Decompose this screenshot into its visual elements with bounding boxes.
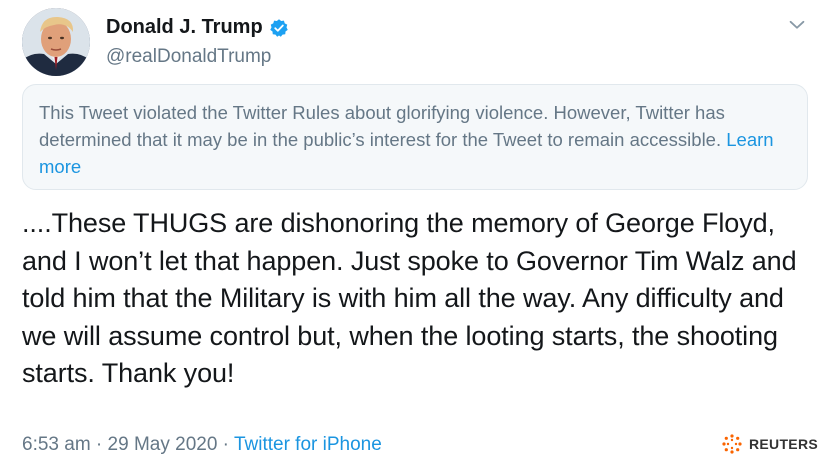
tweet-source-link[interactable]: Twitter for iPhone bbox=[234, 434, 382, 455]
notice-text: This Tweet violated the Twitter Rules ab… bbox=[39, 102, 727, 150]
avatar-portrait-icon bbox=[22, 8, 90, 76]
tweet-text: ....These THUGS are dishonoring the memo… bbox=[22, 208, 797, 388]
author-handle[interactable]: @realDonaldTrump bbox=[106, 46, 271, 68]
author-display-name[interactable]: Donald J. Trump bbox=[106, 16, 263, 39]
reuters-label: REUTERS bbox=[749, 436, 818, 452]
meta-separator: · bbox=[90, 434, 108, 455]
chevron-down-icon[interactable] bbox=[786, 14, 808, 36]
rules-violation-notice: This Tweet violated the Twitter Rules ab… bbox=[22, 84, 808, 190]
tweet-card: Donald J. Trump @realDonaldTrump This Tw… bbox=[0, 0, 830, 468]
tweet-metadata: 6:53 am · 29 May 2020 · Twitter for iPho… bbox=[22, 434, 382, 456]
author-name-row: Donald J. Trump bbox=[106, 16, 289, 39]
reuters-logo-icon bbox=[722, 434, 742, 454]
avatar[interactable] bbox=[22, 8, 90, 76]
reuters-watermark: REUTERS bbox=[720, 432, 818, 456]
meta-separator: · bbox=[217, 434, 234, 455]
verified-badge-icon bbox=[269, 18, 288, 37]
tweet-date[interactable]: 29 May 2020 bbox=[108, 434, 218, 455]
tweet-time[interactable]: 6:53 am bbox=[22, 434, 91, 455]
